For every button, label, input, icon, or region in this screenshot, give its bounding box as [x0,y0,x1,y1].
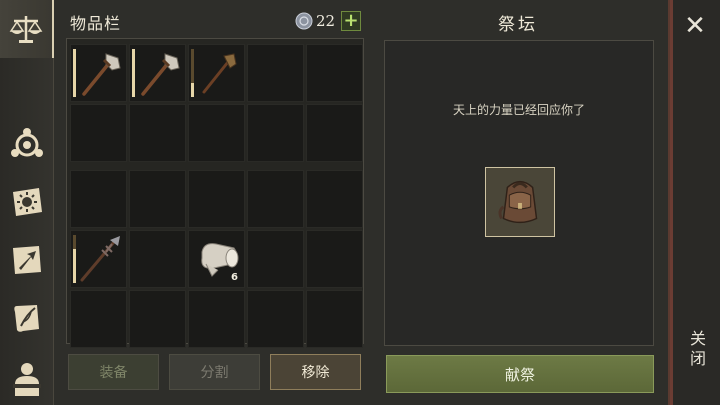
inventory-slot[interactable] [247,104,304,162]
tab-scales[interactable] [0,0,54,58]
triskelion-icon [11,128,43,157]
inventory-slot[interactable] [247,290,304,348]
altar-title: 祭坛 [498,15,538,35]
inventory-slot[interactable] [188,44,245,102]
inventory-slot[interactable] [129,104,186,162]
inventory-panel: 6 [66,38,364,348]
inventory-slot[interactable] [306,44,363,102]
inventory-slot[interactable] [306,230,363,288]
close-icon[interactable]: ✕ [682,13,708,40]
inventory-slot[interactable] [188,170,245,228]
offer-button[interactable]: 献祭 [386,355,654,393]
coin-count: 22 [316,12,336,30]
inventory-slot[interactable] [129,230,186,288]
scales-icon [9,16,43,43]
leather-backpack-icon [498,180,538,224]
close-panel[interactable]: ✕ 关闭 [668,0,720,405]
inventory-slot[interactable] [188,104,245,162]
inventory-slot[interactable] [129,290,186,348]
altar-reward-slot[interactable] [485,167,555,237]
inventory-title: 物品栏 [70,14,122,33]
inventory-slot[interactable] [70,44,127,102]
tab-triskelion[interactable] [0,118,54,170]
inventory-grid-bottom: 6 [70,170,363,348]
coin-icon [295,12,313,30]
inventory-slot[interactable] [247,44,304,102]
equip-button[interactable]: 装备 [68,354,159,390]
altar-panel: 天上的力量已经回应你了 [384,40,654,346]
scroll-quill-icon [14,305,40,332]
inventory-slot[interactable] [306,290,363,348]
tab-character[interactable] [0,350,54,405]
inventory-slot[interactable]: 6 [188,230,245,288]
remove-button[interactable]: 移除 [270,354,361,390]
inventory-slot[interactable] [70,104,127,162]
tab-sun-book[interactable] [0,176,54,228]
close-label[interactable]: 关闭 [684,330,708,370]
inventory-grid-top [70,44,363,162]
main-panel: 物品栏 22 + 6 装备 分割 移除 祭坛 天上的力量已经回应你了 献祭 [54,0,668,405]
inventory-slot[interactable] [247,170,304,228]
sun-book-icon [13,188,42,216]
inventory-slot[interactable] [306,170,363,228]
tab-scroll[interactable] [0,292,54,344]
character-silhouette-icon [13,362,41,396]
inventory-slot[interactable] [70,290,127,348]
inventory-slot[interactable] [70,230,127,288]
inventory-slot[interactable] [129,170,186,228]
inventory-slot[interactable] [188,290,245,348]
tab-crafting[interactable] [0,234,54,286]
split-button[interactable]: 分割 [169,354,260,390]
inventory-slot[interactable] [306,104,363,162]
sidebar [0,0,54,405]
add-coins-button[interactable]: + [341,11,361,31]
altar-message: 天上的力量已经回应你了 [452,103,585,117]
inventory-slot[interactable] [129,44,186,102]
inventory-slot[interactable] [70,170,127,228]
crafting-arrow-icon [13,246,41,274]
inventory-slot[interactable] [247,230,304,288]
item-quantity: 6 [231,272,238,283]
